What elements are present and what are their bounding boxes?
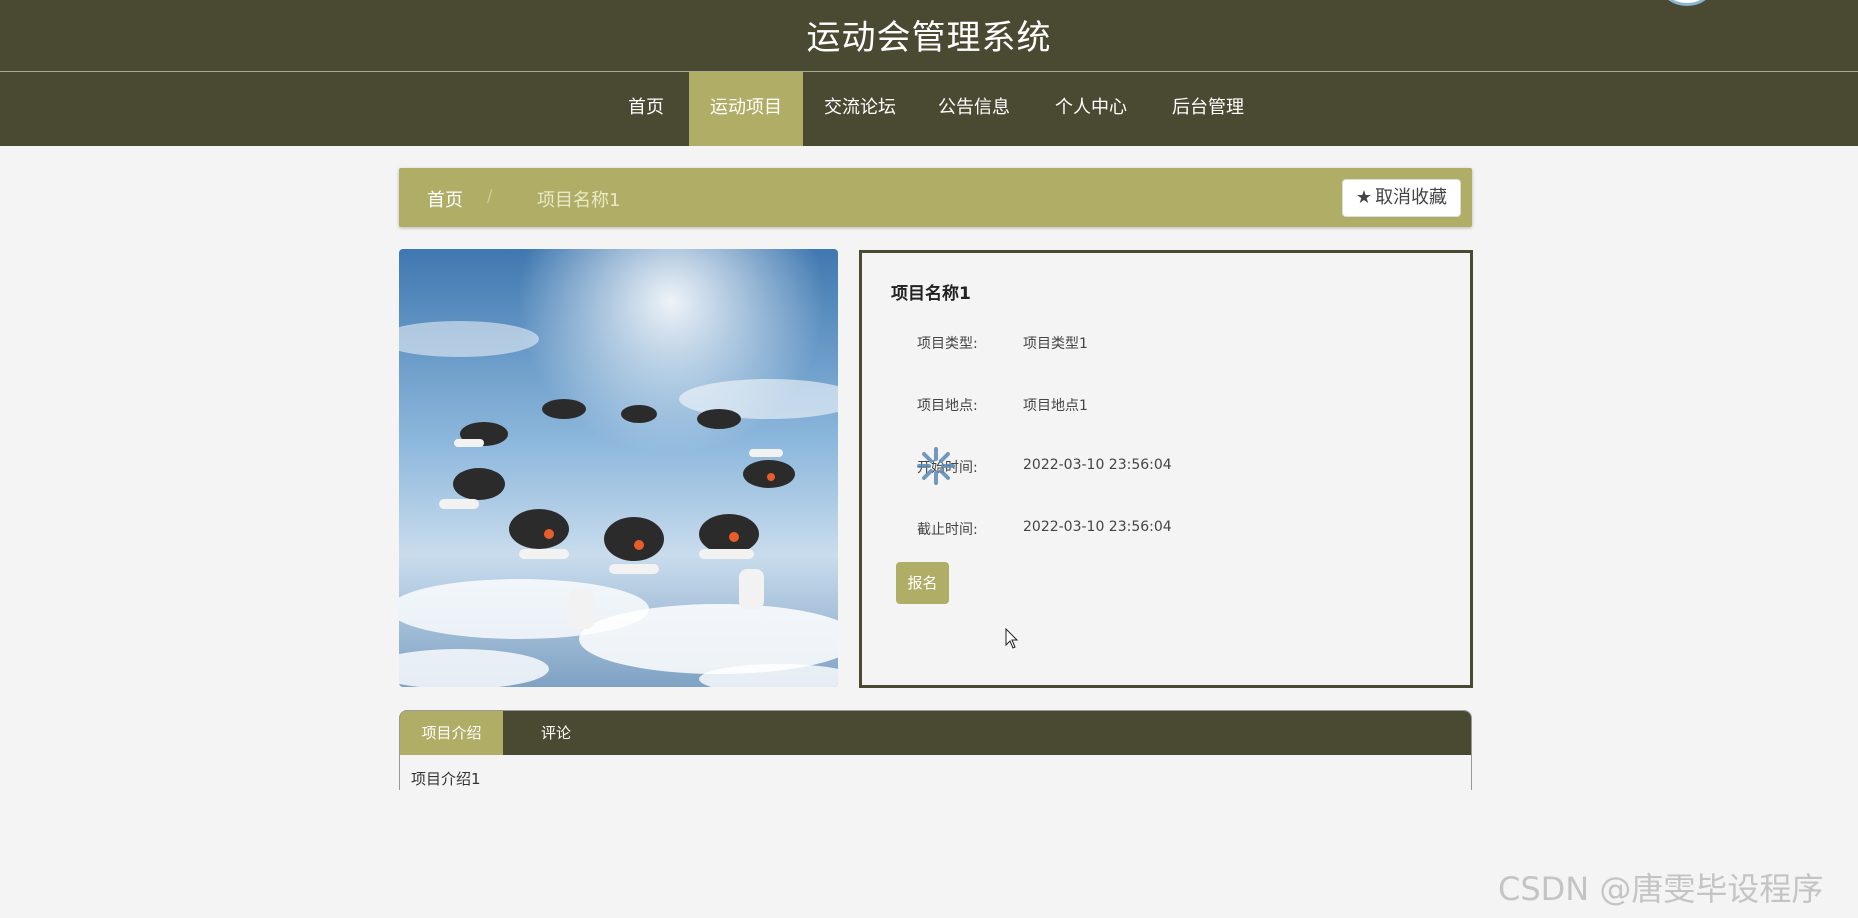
project-image — [399, 249, 838, 687]
project-type-value: 项目类型1 — [1023, 336, 1088, 352]
project-name: 项目名称1 — [891, 284, 971, 304]
star-icon: ★ — [1355, 187, 1373, 208]
unfavorite-button[interactable]: ★ 取消收藏 — [1342, 179, 1461, 217]
unfavorite-label: 取消收藏 — [1375, 187, 1448, 208]
end-time-value: 2022-03-10 23:56:04 — [1023, 519, 1172, 535]
breadcrumb-current: 项目名称1 — [537, 190, 621, 211]
site-title: 运动会管理系统 — [806, 18, 1052, 58]
start-time-value: 2022-03-10 23:56:04 — [1023, 457, 1172, 473]
tab-content: 项目介绍1 — [411, 770, 481, 788]
signup-button[interactable]: 报名 — [896, 562, 949, 604]
watermark: CSDN @唐雯毕设程序 — [1498, 870, 1824, 908]
nav-item-sports-projects[interactable]: 运动项目 — [689, 72, 803, 146]
mouse-cursor-icon — [1005, 628, 1019, 649]
avatar[interactable] — [1662, 0, 1712, 6]
tab-comments[interactable]: 评论 — [503, 711, 609, 755]
breadcrumb-separator: / — [487, 186, 493, 205]
nav-item-personal-center[interactable]: 个人中心 — [1036, 72, 1146, 146]
tabs-bar: 项目介绍 评论 — [400, 711, 1471, 755]
nav-item-home[interactable]: 首页 — [608, 72, 684, 146]
breadcrumb: 首页 / 项目名称1 ★ 取消收藏 — [399, 168, 1472, 227]
nav-item-admin[interactable]: 后台管理 — [1156, 72, 1260, 146]
breadcrumb-home-link[interactable]: 首页 — [427, 186, 463, 212]
project-location-value: 项目地点1 — [1023, 398, 1088, 414]
loading-spinner-icon — [917, 447, 955, 485]
project-info-panel: 项目名称1 项目类型: 项目类型1 项目地点: 项目地点1 开始时间: 2022… — [859, 250, 1473, 688]
project-location-label: 项目地点: — [917, 398, 978, 414]
tab-project-intro[interactable]: 项目介绍 — [400, 711, 503, 755]
main-nav: 首页 运动项目 交流论坛 公告信息 个人中心 后台管理 — [0, 72, 1858, 146]
end-time-label: 截止时间: — [917, 522, 978, 538]
nav-item-forum[interactable]: 交流论坛 — [808, 72, 912, 146]
nav-item-announcements[interactable]: 公告信息 — [922, 72, 1026, 146]
skydivers-photo — [399, 249, 838, 687]
site-header: 运动会管理系统 — [0, 0, 1858, 72]
project-type-label: 项目类型: — [917, 336, 978, 352]
project-tabs: 项目介绍 评论 项目介绍1 — [399, 710, 1472, 790]
